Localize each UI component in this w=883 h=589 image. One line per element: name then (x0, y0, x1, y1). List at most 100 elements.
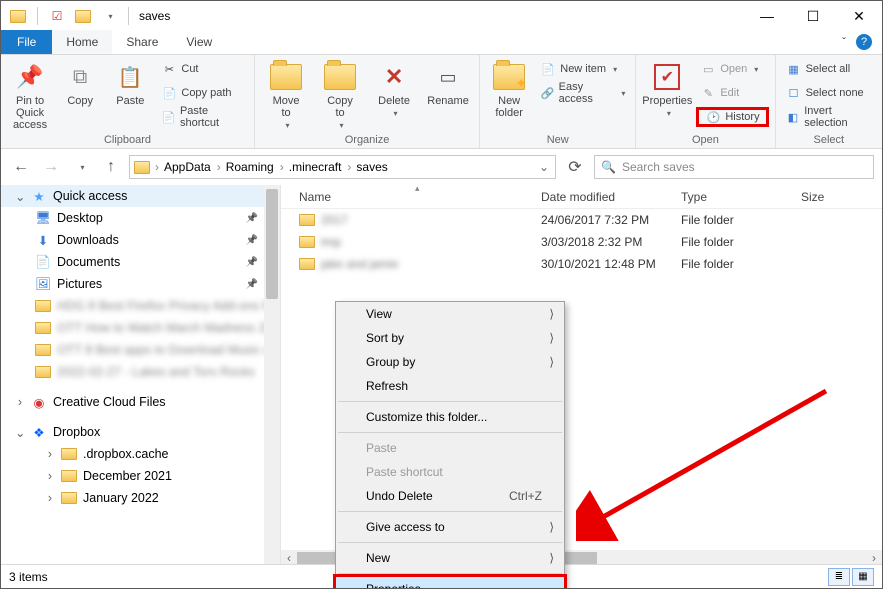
move-to-button[interactable]: Move to (261, 57, 311, 130)
column-type[interactable]: Type (681, 190, 801, 204)
delete-icon: ✕ (378, 61, 410, 93)
ribbon-collapse-icon[interactable]: ˇ (842, 35, 846, 49)
view-large-button[interactable]: ▦ (852, 568, 874, 586)
ctx-customize[interactable]: Customize this folder... (336, 405, 564, 429)
edit-button[interactable]: ✎Edit (696, 83, 768, 103)
paste-icon: 📋 (114, 61, 146, 93)
paste-shortcut-button[interactable]: 📄Paste shortcut (157, 107, 248, 127)
ctx-new[interactable]: New (336, 546, 564, 570)
tree-pinned-1[interactable]: HDG 8 Best Firefox Privacy Add-ons for (1, 295, 280, 317)
ctx-group[interactable]: Group by (336, 350, 564, 374)
back-button[interactable]: ← (9, 155, 33, 179)
crumb-saves[interactable]: saves (356, 160, 387, 174)
properties-button[interactable]: ✔ Properties (642, 57, 692, 118)
maximize-button[interactable]: ☐ (790, 1, 836, 31)
copy-path-button[interactable]: 📄Copy path (157, 83, 248, 103)
navigation-tree[interactable]: ⌄★Quick access 🖥Desktop ⬇Downloads 📄Docu… (1, 185, 281, 566)
qat-folder-icon[interactable] (7, 5, 29, 27)
copy-button[interactable]: ⧉ Copy (57, 57, 103, 107)
ctx-properties[interactable]: Properties (336, 577, 564, 589)
file-row[interactable]: 2017 24/06/2017 7:32 PM File folder (281, 209, 882, 231)
rename-icon: ▭ (432, 61, 464, 93)
history-button[interactable]: 🕑History (696, 107, 768, 127)
group-label-organize: Organize (261, 132, 473, 148)
ctx-view[interactable]: View (336, 302, 564, 326)
qat-properties-icon[interactable]: ☑ (46, 5, 68, 27)
qat-customize-dropdown[interactable] (98, 5, 120, 27)
open-button[interactable]: ▭Open (696, 59, 768, 79)
file-row[interactable]: tmp 3/03/2018 2:32 PM File folder (281, 231, 882, 253)
tab-home[interactable]: Home (52, 30, 112, 54)
tree-creative-cloud[interactable]: ›◉Creative Cloud Files (1, 391, 280, 413)
ctx-give-access[interactable]: Give access to (336, 515, 564, 539)
search-box[interactable]: 🔍 Search saves (594, 155, 874, 179)
rename-button[interactable]: ▭ Rename (423, 57, 473, 107)
history-icon: 🕑 (705, 109, 721, 125)
refresh-button[interactable]: ⟳ (562, 155, 588, 179)
tree-downloads[interactable]: ⬇Downloads (1, 229, 280, 251)
delete-button[interactable]: ✕ Delete (369, 57, 419, 118)
group-label-clipboard: Clipboard (7, 132, 248, 148)
select-all-button[interactable]: ▦Select all (782, 59, 876, 79)
tree-dbcache[interactable]: ›.dropbox.cache (1, 443, 280, 465)
qat-newfolder-icon[interactable] (72, 5, 94, 27)
tree-pinned-4[interactable]: 2022-02-27 - Lakes and Tors Rocks (1, 361, 280, 383)
tree-dropbox[interactable]: ⌄❖Dropbox (1, 421, 280, 443)
crumb-minecraft[interactable]: .minecraft› (289, 160, 355, 174)
crumb-roaming[interactable]: Roaming› (226, 160, 287, 174)
address-bar[interactable]: › AppData› Roaming› .minecraft› saves ⌄ (129, 155, 556, 179)
recent-locations-button[interactable] (69, 155, 93, 179)
easy-access-icon: 🔗 (540, 85, 554, 101)
column-date[interactable]: Date modified (541, 190, 681, 204)
desktop-icon: 🖥 (35, 210, 51, 226)
navigation-bar: ← → ↑ › AppData› Roaming› .minecraft› sa… (1, 149, 882, 185)
forward-button[interactable]: → (39, 155, 63, 179)
tree-scrollbar[interactable] (264, 185, 280, 566)
ctx-refresh[interactable]: Refresh (336, 374, 564, 398)
invert-selection-button[interactable]: ◧Invert selection (782, 107, 876, 127)
new-item-icon: 📄 (540, 61, 556, 77)
paste-button[interactable]: 📋 Paste (107, 57, 153, 107)
cut-button[interactable]: ✂Cut (157, 59, 248, 79)
downloads-icon: ⬇ (35, 232, 51, 248)
ctx-undo[interactable]: Undo DeleteCtrl+Z (336, 484, 564, 508)
ribbon: 📌 Pin to Quick access ⧉ Copy 📋 Paste ✂Cu… (1, 55, 882, 149)
tree-pinned-3[interactable]: OTT 8 Best apps to Download Music on (1, 339, 280, 361)
minimize-button[interactable]: — (744, 1, 790, 31)
tab-file[interactable]: File (1, 30, 52, 54)
tree-documents[interactable]: 📄Documents (1, 251, 280, 273)
tab-share[interactable]: Share (112, 30, 172, 54)
crumb-appdata[interactable]: AppData› (164, 160, 224, 174)
folder-icon (299, 258, 315, 270)
view-details-button[interactable]: ≣ (828, 568, 850, 586)
pin-to-quick-access-button[interactable]: 📌 Pin to Quick access (7, 57, 53, 131)
copy-to-button[interactable]: Copy to (315, 57, 365, 130)
tab-view[interactable]: View (172, 30, 226, 54)
up-button[interactable]: ↑ (99, 155, 123, 179)
new-folder-button[interactable]: New folder (486, 57, 532, 119)
column-name[interactable]: Name (281, 190, 541, 204)
tree-quick-access[interactable]: ⌄★Quick access (1, 185, 280, 207)
address-dropdown-icon[interactable]: ⌄ (539, 160, 555, 174)
address-folder-icon (134, 161, 150, 174)
tree-desktop[interactable]: 🖥Desktop (1, 207, 280, 229)
title-bar: ☑ saves — ☐ ✕ (1, 1, 882, 31)
pin-icon: 📌 (14, 61, 46, 93)
tree-dec2021[interactable]: ›December 2021 (1, 465, 280, 487)
new-item-button[interactable]: 📄New item (536, 59, 629, 79)
copy-to-icon (324, 61, 356, 93)
file-row[interactable]: jake and jamie 30/10/2021 12:48 PM File … (281, 253, 882, 275)
close-button[interactable]: ✕ (836, 1, 882, 31)
help-icon[interactable]: ? (856, 34, 872, 50)
tree-pictures[interactable]: 🖼Pictures (1, 273, 280, 295)
tree-pinned-2[interactable]: OTT How to Watch March Madness 202 (1, 317, 280, 339)
paste-shortcut-icon: 📄 (161, 109, 176, 125)
dropbox-icon: ❖ (31, 424, 47, 440)
tree-jan2022[interactable]: ›January 2022 (1, 487, 280, 509)
copy-icon: ⧉ (64, 61, 96, 93)
column-size[interactable]: Size (801, 190, 851, 204)
select-none-button[interactable]: ☐Select none (782, 83, 876, 103)
ctx-paste-shortcut: Paste shortcut (336, 460, 564, 484)
ctx-sort[interactable]: Sort by (336, 326, 564, 350)
easy-access-button[interactable]: 🔗Easy access (536, 83, 629, 103)
